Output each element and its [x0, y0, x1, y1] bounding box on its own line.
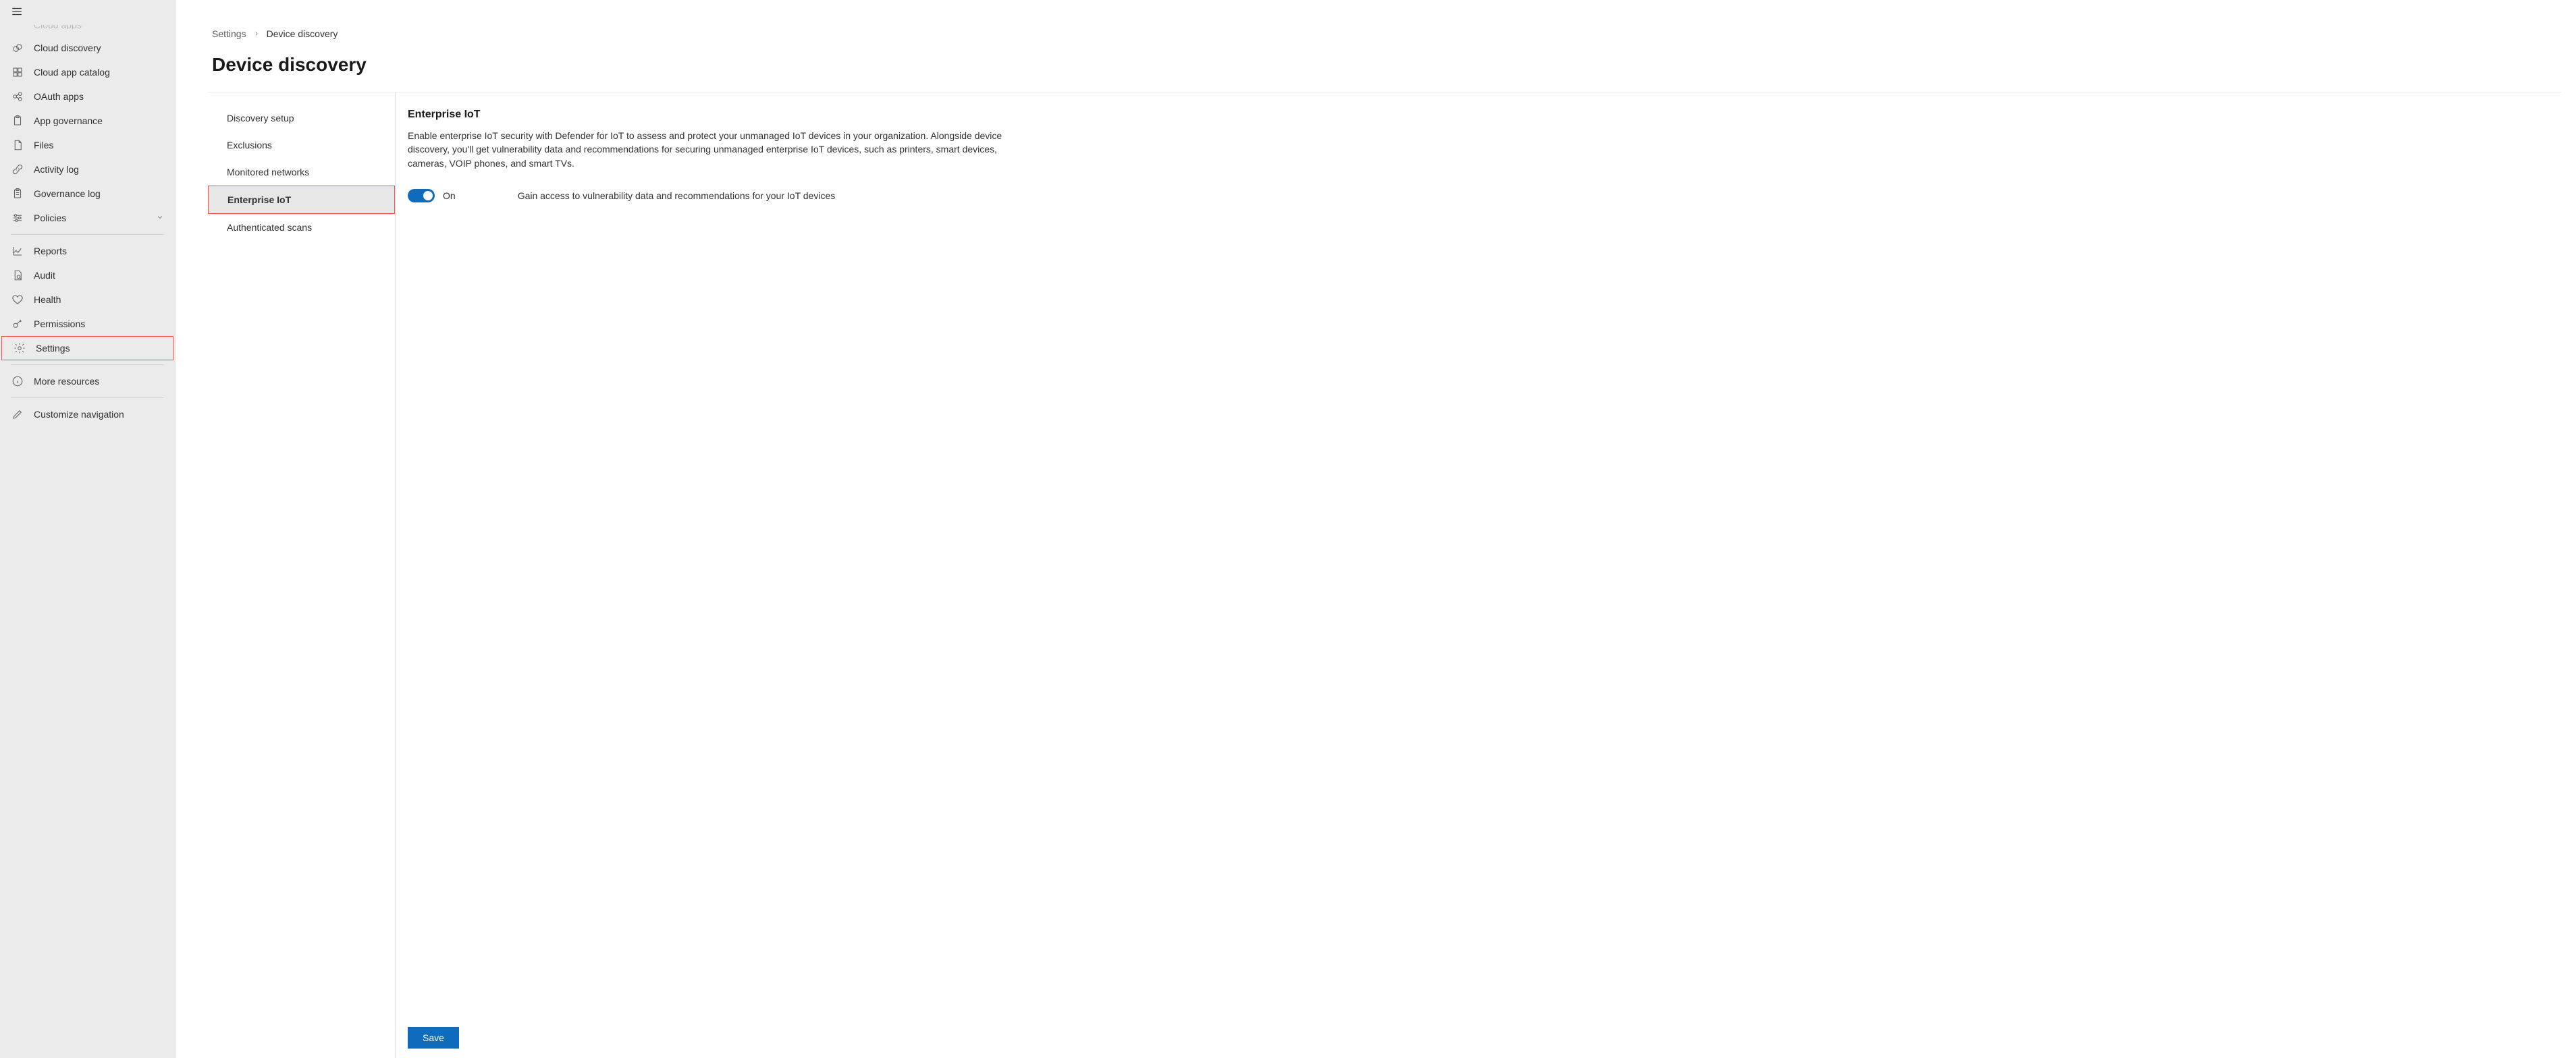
toggle-row: On Gain access to vulnerability data and… [408, 189, 2561, 202]
sidebar-label: Cloud discovery [34, 43, 164, 53]
oauth-icon [11, 90, 24, 103]
save-button[interactable]: Save [408, 1027, 459, 1049]
sidebar-item-reports[interactable]: Reports [0, 239, 175, 263]
toggle-description: Gain access to vulnerability data and re… [518, 190, 836, 201]
sidebar-item-permissions[interactable]: Permissions [0, 312, 175, 336]
sidebar-item-oauth-apps[interactable]: OAuth apps [0, 84, 175, 109]
sidebar-item-customize-navigation[interactable]: Customize navigation [0, 402, 175, 426]
sidebar-item-more-resources[interactable]: More resources [0, 369, 175, 393]
heart-icon [11, 294, 24, 306]
sidebar-label: OAuth apps [34, 91, 164, 102]
enterprise-iot-toggle[interactable] [408, 189, 435, 202]
secnav-item-monitored-networks[interactable]: Monitored networks [208, 159, 395, 186]
secnav-item-exclusions[interactable]: Exclusions [208, 132, 395, 159]
chart-icon [11, 245, 24, 257]
sidebar-label: Cloud app catalog [34, 67, 164, 78]
sidebar-label: Activity log [34, 164, 164, 175]
sidebar: Cloud apps Cloud discovery Cloud app cat… [0, 0, 176, 1058]
chevron-right-icon [253, 28, 260, 39]
sidebar-label: Customize navigation [34, 409, 164, 420]
sidebar-item-policies[interactable]: Policies [0, 206, 175, 230]
key-icon [11, 318, 24, 330]
sidebar-label: Health [34, 294, 164, 305]
sidebar-item-files[interactable]: Files [0, 133, 175, 157]
file-icon [11, 139, 24, 151]
gear-icon [13, 342, 26, 354]
detail-heading: Enterprise IoT [408, 109, 2561, 121]
sidebar-label: Permissions [34, 318, 164, 329]
nav-divider [11, 364, 164, 365]
main-content: Settings Device discovery Device discove… [176, 0, 2576, 1058]
pencil-icon [11, 408, 24, 420]
detail-pane: Enterprise IoT Enable enterprise IoT sec… [396, 92, 2561, 1058]
info-icon [11, 375, 24, 387]
breadcrumb-current: Device discovery [267, 28, 338, 39]
sidebar-label: Audit [34, 270, 164, 281]
sidebar-item-audit[interactable]: Audit [0, 263, 175, 287]
link-icon [11, 163, 24, 175]
sidebar-label: App governance [34, 115, 164, 126]
sidebar-label: Settings [36, 343, 162, 354]
sliders-icon [11, 212, 24, 224]
cloud-discovery-icon [11, 42, 24, 54]
sidebar-item-cloud-discovery[interactable]: Cloud discovery [0, 36, 175, 60]
breadcrumb: Settings Device discovery [176, 0, 2576, 49]
sidebar-item-governance-log[interactable]: Governance log [0, 182, 175, 206]
nav-divider [11, 397, 164, 398]
clipboard-icon [11, 115, 24, 127]
sidebar-label: More resources [34, 376, 164, 387]
detail-footer: Save [408, 1017, 2561, 1058]
chevron-down-icon [156, 213, 164, 223]
toggle-state-label: On [443, 190, 456, 201]
toggle-knob [423, 191, 433, 200]
secnav-item-enterprise-iot[interactable]: Enterprise IoT [208, 186, 395, 214]
catalog-icon [11, 66, 24, 78]
page-title: Device discovery [176, 49, 2576, 92]
clipboard-icon [11, 188, 24, 200]
sidebar-item-cloud-app-catalog[interactable]: Cloud app catalog [0, 60, 175, 84]
hamburger-icon [11, 5, 23, 18]
sidebar-label: Policies [34, 213, 146, 223]
secnav-item-authenticated-scans[interactable]: Authenticated scans [208, 214, 395, 241]
audit-icon [11, 269, 24, 281]
sidebar-item-app-governance[interactable]: App governance [0, 109, 175, 133]
sidebar-label: Cloud apps [34, 25, 164, 29]
sidebar-label: Governance log [34, 188, 164, 199]
sidebar-item-activity-log[interactable]: Activity log [0, 157, 175, 182]
nav-divider [11, 234, 164, 235]
secnav-item-discovery-setup[interactable]: Discovery setup [208, 105, 395, 132]
sidebar-item-settings[interactable]: Settings [1, 336, 173, 360]
sidebar-label: Reports [34, 246, 164, 256]
sidebar-item-cloud-apps[interactable]: Cloud apps [0, 22, 175, 34]
sidebar-item-health[interactable]: Health [0, 287, 175, 312]
sidebar-label: Files [34, 140, 164, 150]
hamburger-menu[interactable] [0, 0, 175, 22]
secondary-nav: Discovery setup Exclusions Monitored net… [208, 92, 396, 1058]
detail-description: Enable enterprise IoT security with Defe… [408, 129, 1029, 170]
breadcrumb-root[interactable]: Settings [212, 28, 246, 39]
